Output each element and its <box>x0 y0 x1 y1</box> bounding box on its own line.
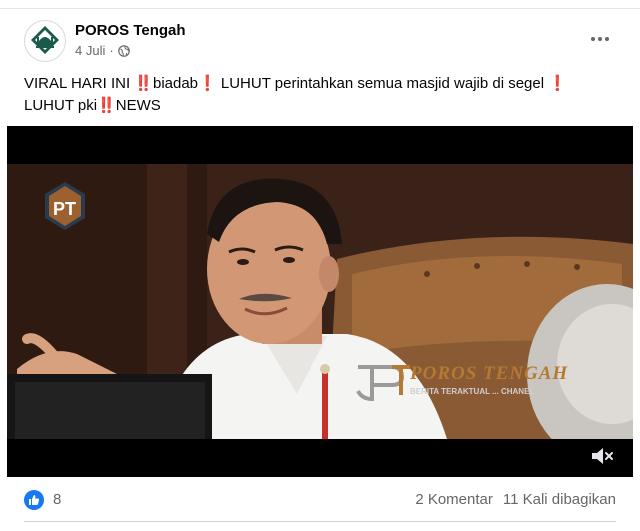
more-dot-icon <box>598 37 602 41</box>
watermark-subtitle: BERITA TERAKTUAL ... CHANEL <box>410 387 535 396</box>
page-name-link[interactable]: POROS Tengah <box>75 22 186 39</box>
share-count-link[interactable]: 11 Kali dibagikan <box>503 491 616 508</box>
thumbs-up-icon <box>29 495 40 505</box>
like-icon[interactable] <box>24 490 44 510</box>
svg-text:PT: PT <box>53 199 76 219</box>
comment-count-link[interactable]: 2 Komentar <box>415 491 493 508</box>
mute-toggle-button[interactable] <box>589 444 615 468</box>
post-footer: 8 2 Komentar 11 Kali dibagikan <box>0 477 640 521</box>
post-header: POROS Tengah 4 Juli · <box>0 9 640 69</box>
watermark-logo-icon <box>356 365 410 402</box>
footer-divider <box>24 521 616 522</box>
engagement-stats: 2 Komentar 11 Kali dibagikan <box>415 491 616 508</box>
post-card: POROS Tengah 4 Juli · VIRAL HARI INI ‼️b… <box>0 8 640 531</box>
watermark-title: POROS TENGAH <box>410 363 569 384</box>
channel-watermark: POROS TENGAH BERITA TERAKTUAL ... CHANEL <box>352 359 612 409</box>
post-message: VIRAL HARI INI ‼️biadab❗ LUHUT perintahk… <box>24 73 620 117</box>
globe-icon <box>117 44 130 57</box>
video-player[interactable]: PT POROS TENGAH BERITA TERAKTUAL ... CHA… <box>7 126 633 477</box>
mosque-logo-icon <box>31 26 59 54</box>
post-message-line-1: VIRAL HARI INI ‼️biadab❗ LUHUT perintahk… <box>24 75 567 92</box>
post-date[interactable]: 4 Juli <box>75 43 105 58</box>
more-dot-icon <box>605 37 609 41</box>
muted-speaker-icon <box>592 448 613 464</box>
reaction-count[interactable]: 8 <box>53 491 61 508</box>
meta-separator: · <box>109 43 114 58</box>
post-meta: 4 Juli · <box>75 43 130 58</box>
video-frame: PT POROS TENGAH BERITA TERAKTUAL ... CHA… <box>7 164 633 439</box>
more-dot-icon <box>591 37 595 41</box>
post-message-line-2: LUHUT pki‼️NEWS <box>24 97 161 114</box>
page-avatar[interactable] <box>24 20 66 62</box>
more-options-button[interactable] <box>586 29 614 49</box>
